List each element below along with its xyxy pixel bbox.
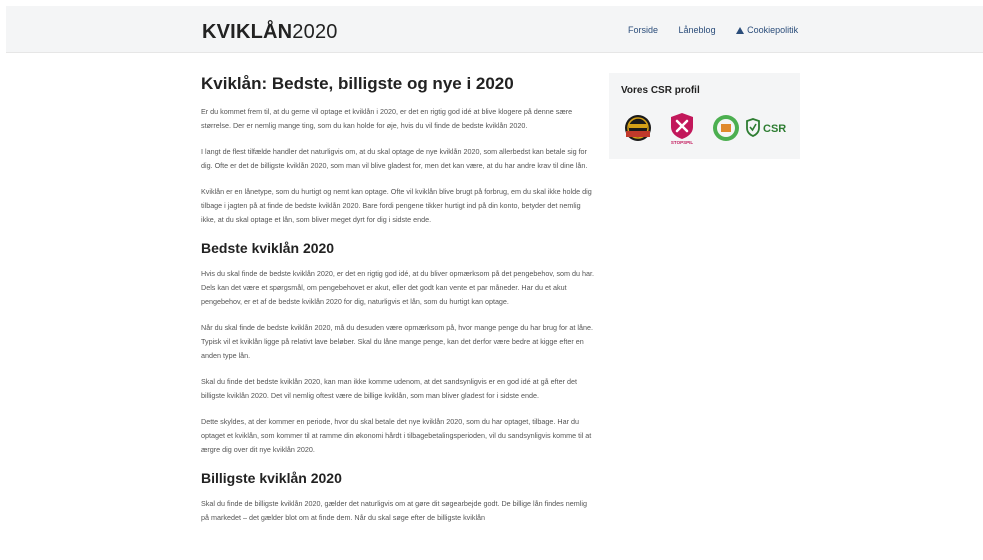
intro-paragraph: Kviklån er en lånetype, som du hurtigt o… [201, 187, 592, 224]
nav-cookiepolitik-label: Cookiepolitik [747, 25, 799, 35]
csr-badges: STOPSPIL CSR [623, 113, 793, 145]
casino-badge-icon[interactable] [623, 113, 653, 143]
site-header: KVIKLÅN2020 Forside Låneblog Cookiepolit… [6, 6, 983, 53]
csr-sidebar: Vores CSR profil STOPSPIL CSR [609, 73, 800, 159]
section-paragraph: Skal du finde de billigste kviklån 2020,… [201, 499, 587, 522]
section-paragraph: Skal du finde det bedste kviklån 2020, k… [201, 377, 577, 400]
site-logo[interactable]: KVIKLÅN2020 [202, 21, 338, 44]
csr-label: CSR [763, 123, 786, 135]
green-circle-badge-icon[interactable] [711, 113, 741, 143]
main-nav: Forside Låneblog Cookiepolitik [628, 25, 816, 35]
intro-paragraph: Er du kommet frem til, at du gerne vil o… [201, 107, 573, 130]
csr-shield-icon[interactable]: CSR [745, 117, 795, 139]
section-heading-bedste: Bedste kviklån 2020 [201, 240, 335, 256]
sidebar-title: Vores CSR profil [621, 85, 700, 96]
page: KVIKLÅN2020 Forside Låneblog Cookiepolit… [0, 0, 983, 560]
warning-icon [736, 27, 745, 34]
section-heading-billigste: Billigste kviklån 2020 [201, 470, 342, 486]
section-paragraph: Dette skyldes, at der kommer en periode,… [201, 417, 592, 454]
stopspillet-label: STOPSPIL [671, 140, 693, 145]
page-title: Kviklån: Bedste, billigste og nye i 2020 [201, 74, 514, 93]
section-paragraph: Når du skal finde de bedste kviklån 2020… [201, 323, 593, 360]
nav-laaneblog[interactable]: Låneblog [679, 25, 716, 35]
logo-year: 2020 [292, 21, 338, 43]
stopspillet-icon[interactable]: STOPSPIL [666, 111, 698, 145]
intro-paragraph: I langt de flest tilfælde handler det na… [201, 147, 588, 170]
nav-cookiepolitik[interactable]: Cookiepolitik [736, 25, 798, 35]
main-content: Kviklån: Bedste, billigste og nye i 2020… [201, 70, 596, 537]
section-paragraph: Hvis du skal finde de bedste kviklån 202… [201, 269, 595, 306]
logo-text: KVIKLÅN [202, 21, 293, 43]
nav-forside[interactable]: Forside [628, 25, 658, 35]
